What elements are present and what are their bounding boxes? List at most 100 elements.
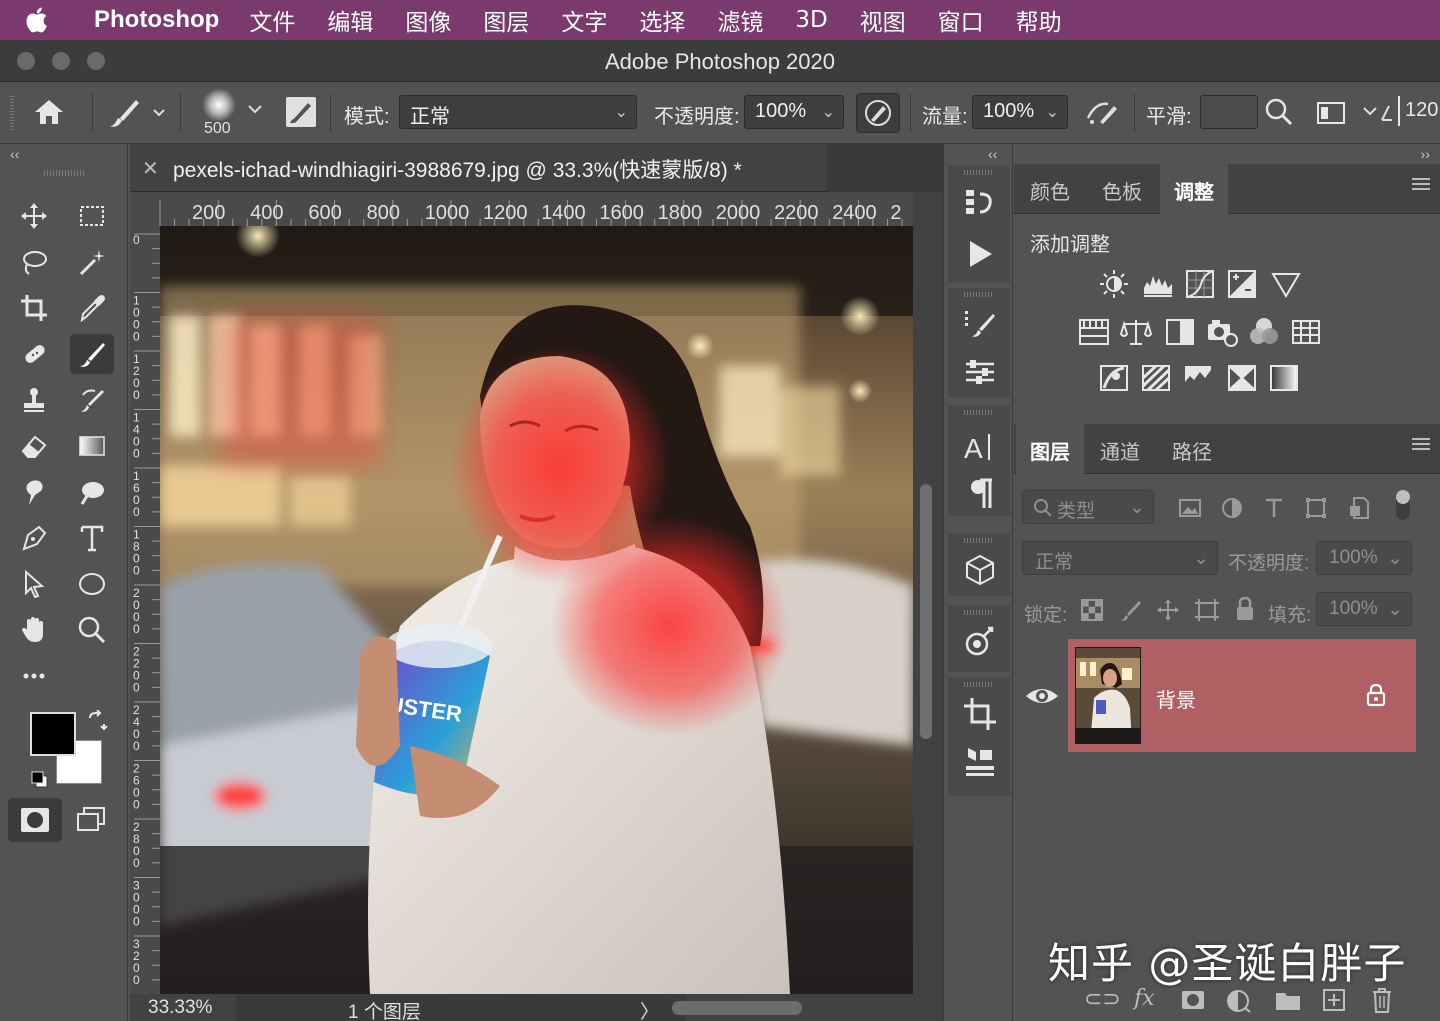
eyedropper-tool-icon[interactable] (70, 288, 114, 328)
properties-panel-icon[interactable] (962, 354, 998, 390)
pen-tool-icon[interactable] (12, 518, 56, 558)
channel-mixer-icon[interactable] (1248, 316, 1280, 348)
paragraph-panel-icon[interactable] (962, 476, 998, 512)
collapse-panel-icon[interactable]: ‹‹ (10, 146, 19, 162)
magic-wand-tool-icon[interactable] (70, 242, 114, 282)
lock-image-icon[interactable] (1118, 598, 1142, 622)
fill-field[interactable]: 100% ⌄ (1316, 592, 1412, 626)
crop-tool-icon[interactable] (12, 288, 56, 328)
airbrush-icon[interactable] (1084, 96, 1120, 136)
filter-adjustment-icon[interactable] (1220, 496, 1244, 520)
color-balance-icon[interactable] (1120, 316, 1152, 348)
smudge-tool-icon[interactable] (12, 472, 56, 512)
quick-mask-button[interactable] (8, 798, 62, 842)
foreground-color-swatch[interactable] (30, 712, 76, 756)
actions-play-icon[interactable] (962, 236, 998, 272)
black-white-icon[interactable] (1164, 316, 1196, 348)
levels-icon[interactable] (1142, 268, 1174, 300)
menu-image[interactable]: 图像 (405, 3, 451, 37)
angle-icon[interactable] (1362, 98, 1398, 134)
filter-smart-object-icon[interactable] (1348, 496, 1372, 520)
brush-settings-icon[interactable] (284, 95, 318, 135)
crop-panel-icon[interactable] (962, 696, 998, 732)
exposure-icon[interactable] (1226, 268, 1258, 300)
tab-paths[interactable]: 路径 (1158, 424, 1226, 474)
clone-stamp-tool-icon[interactable] (12, 380, 56, 420)
apple-logo-icon[interactable] (24, 6, 80, 34)
filter-toggle[interactable] (1396, 490, 1410, 520)
link-layers-icon[interactable]: ⊂⊃ (1084, 986, 1121, 1012)
gradient-tool-icon[interactable] (70, 426, 114, 466)
menu-filter[interactable]: 滤镜 (717, 3, 763, 37)
layer-row[interactable]: 背景 (1068, 639, 1416, 752)
invert-icon[interactable] (1098, 362, 1130, 394)
screen-mode-icon[interactable] (72, 804, 112, 843)
angle-value[interactable]: 120 (1405, 99, 1438, 122)
add-mask-icon[interactable] (1180, 988, 1206, 1012)
delete-layer-icon[interactable] (1370, 986, 1394, 1014)
tab-channels[interactable]: 通道 (1086, 424, 1154, 474)
smoothing-field[interactable] (1200, 95, 1258, 129)
menu-help[interactable]: 帮助 (1016, 3, 1062, 37)
blend-mode-select[interactable]: 正常 ⌄ (1022, 541, 1218, 575)
filter-pixel-icon[interactable] (1178, 496, 1202, 520)
tab-layers[interactable]: 图层 (1016, 424, 1084, 474)
chevron-down-icon[interactable] (246, 100, 264, 124)
menu-edit[interactable]: 编辑 (327, 3, 373, 37)
app-menu[interactable]: Photoshop (94, 6, 219, 34)
horizontal-scrollbar-thumb[interactable] (672, 1001, 802, 1015)
learn-panel-icon[interactable] (962, 624, 998, 660)
new-layer-icon[interactable] (1322, 988, 1346, 1012)
menu-select[interactable]: 选择 (639, 3, 685, 37)
document-info[interactable]: 1 个图层 〉 (236, 994, 686, 1021)
lock-transparent-icon[interactable] (1080, 598, 1104, 622)
search-icon[interactable] (1264, 97, 1294, 133)
menu-3d[interactable]: 3D (795, 7, 827, 33)
filter-type-icon[interactable] (1262, 496, 1286, 520)
new-group-icon[interactable] (1274, 988, 1302, 1012)
home-icon[interactable] (32, 96, 66, 134)
zoom-tool-icon[interactable] (70, 610, 114, 650)
panel-menu-icon[interactable] (1412, 178, 1430, 192)
selective-color-icon[interactable] (1226, 362, 1258, 394)
lock-artboard-icon[interactable] (1194, 598, 1220, 622)
character-panel-icon[interactable]: A (962, 428, 998, 464)
opacity-field[interactable]: 100% ⌄ (744, 95, 844, 129)
menu-file[interactable]: 文件 (249, 3, 295, 37)
collapse-panel-icon[interactable]: ›› (1421, 146, 1430, 162)
tab-color[interactable]: 颜色 (1016, 164, 1084, 214)
gradient-map-icon[interactable] (1268, 362, 1300, 394)
marquee-tool-icon[interactable] (70, 196, 114, 236)
brush-settings-panel-icon[interactable] (962, 306, 998, 342)
pressure-opacity-toggle[interactable] (856, 93, 900, 133)
ellipse-tool-icon[interactable] (70, 564, 114, 604)
panel-menu-icon[interactable] (1412, 438, 1430, 452)
tab-swatches[interactable]: 色板 (1088, 164, 1156, 214)
photo-filter-icon[interactable] (1206, 316, 1238, 348)
menu-type[interactable]: 文字 (561, 3, 607, 37)
hand-tool-icon[interactable] (12, 610, 56, 650)
canvas[interactable]: USTER (160, 226, 913, 994)
mode-select[interactable]: 正常 ⌄ (399, 95, 637, 129)
info-arrow-icon[interactable]: 〉 (640, 997, 659, 1021)
threshold-icon[interactable] (1182, 362, 1214, 394)
filter-shape-icon[interactable] (1304, 496, 1328, 520)
lasso-tool-icon[interactable] (12, 242, 56, 282)
scrollbar-thumb[interactable] (920, 484, 932, 739)
workspace-icon[interactable] (1316, 99, 1346, 133)
layer-filter-select[interactable]: 类型 ⌄ (1022, 490, 1154, 524)
flow-field[interactable]: 100% ⌄ (972, 95, 1068, 129)
hue-saturation-icon[interactable] (1078, 316, 1110, 348)
color-lookup-icon[interactable] (1290, 316, 1322, 348)
libraries-panel-icon[interactable] (962, 744, 998, 780)
vibrance-icon[interactable] (1270, 268, 1302, 300)
lock-all-icon[interactable] (1234, 596, 1256, 622)
type-tool-icon[interactable] (70, 518, 114, 558)
eraser-tool-icon[interactable] (12, 426, 56, 466)
collapse-panel-icon[interactable]: ‹‹ (988, 146, 997, 162)
brush-preset-icon[interactable] (106, 96, 170, 136)
default-colors-icon[interactable] (30, 770, 50, 795)
history-panel-icon[interactable] (962, 184, 998, 220)
healing-brush-tool-icon[interactable] (12, 334, 56, 374)
posterize-icon[interactable] (1140, 362, 1172, 394)
